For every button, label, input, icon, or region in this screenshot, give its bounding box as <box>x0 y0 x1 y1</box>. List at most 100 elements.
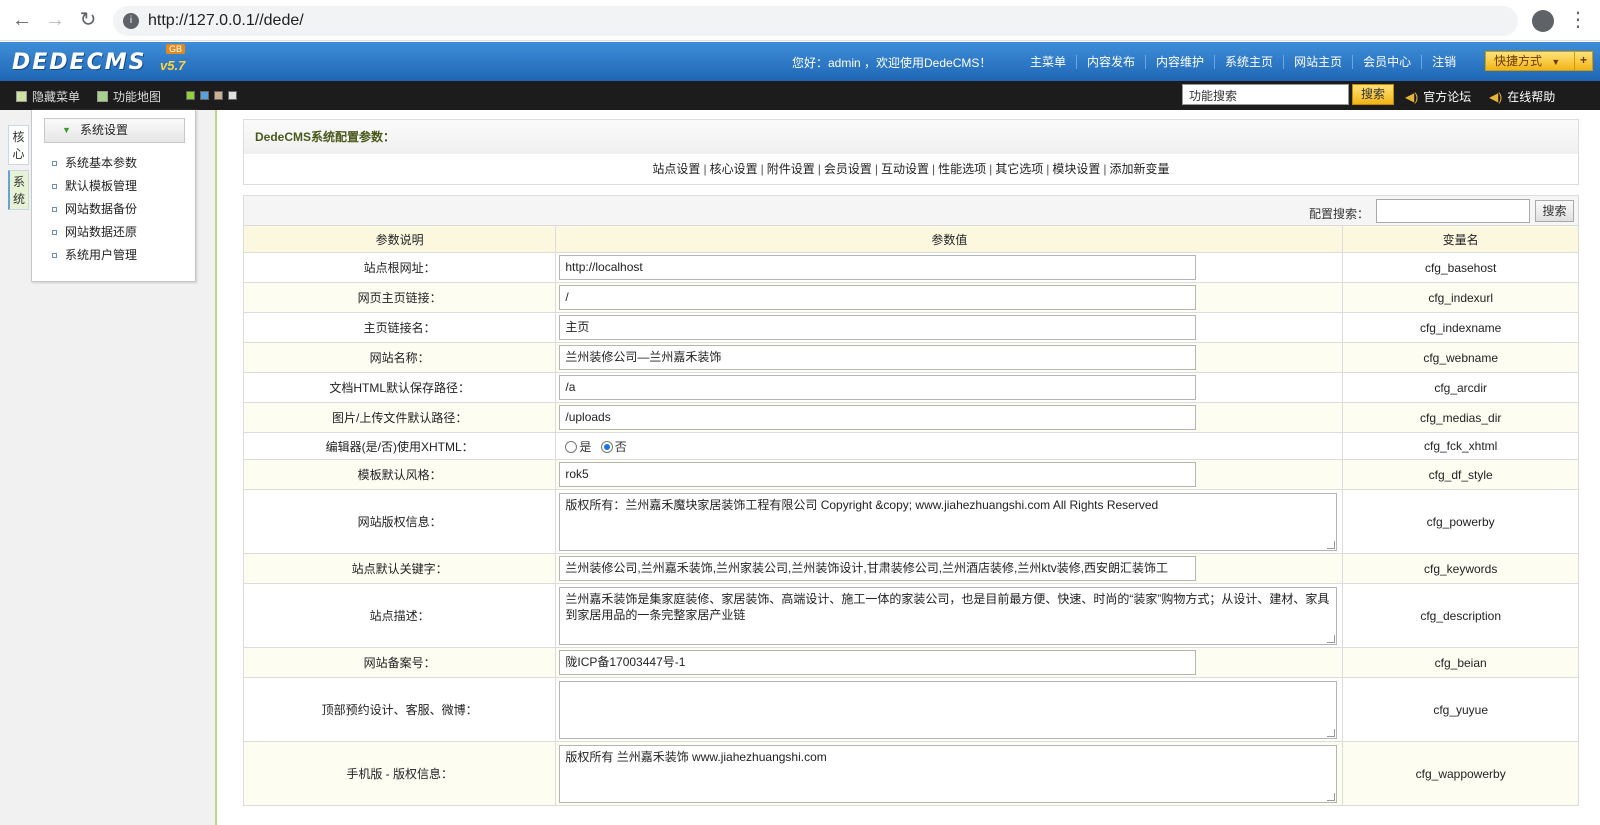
nav-logout[interactable]: 注销 <box>1421 54 1466 69</box>
sidebar-item-data-restore[interactable]: 网站数据还原 <box>52 221 137 244</box>
function-map-button[interactable]: 功能地图 <box>97 88 161 105</box>
profile-icon[interactable] <box>1532 10 1554 32</box>
resize-grip-icon[interactable] <box>1327 728 1336 737</box>
logo-badge: GB <box>166 44 186 54</box>
tab-module-settings[interactable]: 模块设置 <box>1052 162 1100 176</box>
bullet-icon <box>52 230 57 235</box>
tab-attachment-settings[interactable]: 附件设置 <box>767 162 815 176</box>
param-value-input[interactable]: / <box>559 285 1197 310</box>
radio-no-label: 否 <box>614 439 627 454</box>
function-search-input[interactable]: 功能搜索 <box>1182 84 1349 105</box>
tab-performance-options[interactable]: 性能选项 <box>938 162 986 176</box>
nav-site-home[interactable]: 网站主页 <box>1283 54 1352 69</box>
system-menu-header[interactable]: ▼ 系统设置 <box>44 118 185 143</box>
address-bar[interactable]: i http://127.0.0.1//dede/ <box>113 6 1518 36</box>
tab-interaction-settings[interactable]: 互动设置 <box>881 162 929 176</box>
official-forum-label: 官方论坛 <box>1423 90 1472 104</box>
sidebar-item-label: 网站数据还原 <box>65 225 138 239</box>
sidebar-item-template-manage[interactable]: 默认模板管理 <box>52 175 137 198</box>
table-row: 网站版权信息： 版权所有：兰州嘉禾魔块家居装饰工程有限公司 Copyright … <box>242 489 1579 554</box>
param-value-input[interactable]: 陇ICP备17003447号-1 <box>559 650 1197 675</box>
skin-gray-swatch[interactable] <box>228 91 237 100</box>
bullet-icon <box>52 184 57 189</box>
skin-blue-swatch[interactable] <box>200 91 209 100</box>
param-var-name: cfg_yuyue <box>1342 677 1579 742</box>
config-search-button[interactable]: 搜索 <box>1535 200 1574 222</box>
table-row: 编辑器(是/否)使用XHTML： 是 否 cfg_fck_xhtml <box>242 432 1579 460</box>
nav-content-publish[interactable]: 内容发布 <box>1076 54 1145 69</box>
param-var-name: cfg_webname <box>1342 342 1579 373</box>
hide-menu-icon <box>16 91 27 102</box>
hide-menu-button[interactable]: 隐藏菜单 <box>16 88 80 105</box>
vtab-core[interactable]: 核心 <box>8 125 29 165</box>
textarea-text: 兰州嘉禾装饰是集家庭装修、家居装饰、高端设计、施工一体的家装公司，也是目前最方便… <box>565 591 1330 622</box>
table-header-row: 参数说明 参数值 变量名 <box>242 225 1579 253</box>
param-value-textarea[interactable]: 兰州嘉禾装饰是集家庭装修、家居装饰、高端设计、施工一体的家装公司，也是目前最方便… <box>559 586 1338 645</box>
online-help-link[interactable]: ◀) 在线帮助 <box>1489 88 1555 105</box>
param-value-input[interactable]: /uploads <box>559 405 1197 430</box>
param-label: 主页链接名： <box>242 312 557 343</box>
param-value-textarea[interactable] <box>559 680 1338 739</box>
param-value-textarea[interactable]: 版权所有：兰州嘉禾魔块家居装饰工程有限公司 Copyright &copy; w… <box>559 492 1338 551</box>
sidebar-item-user-manage[interactable]: 系统用户管理 <box>52 244 137 267</box>
skin-brown-swatch[interactable] <box>214 91 223 100</box>
main-content: DedeCMS系统配置参数： 站点设置 | 核心设置 | 附件设置 | 会员设置 | 互动设置 |… <box>242 119 1579 825</box>
online-help-label: 在线帮助 <box>1507 90 1556 104</box>
param-value-input[interactable]: http://localhost <box>559 255 1197 280</box>
config-search-label: 配置搜索： <box>1309 207 1370 221</box>
param-value-input[interactable]: 兰州装修公司—兰州嘉禾装饰 <box>559 345 1197 370</box>
param-var-name: cfg_beian <box>1342 647 1579 678</box>
logo: DEDECMS <box>12 50 147 75</box>
table-row: 图片/上传文件默认路径： /uploads cfg_medias_dir <box>242 402 1579 433</box>
quick-menu-button[interactable]: 快捷方式 ▼ + <box>1485 51 1593 71</box>
resize-grip-icon[interactable] <box>1327 540 1336 549</box>
param-var-name: cfg_description <box>1342 583 1579 648</box>
quick-add-button[interactable]: + <box>1574 51 1592 71</box>
nav-system-home[interactable]: 系统主页 <box>1214 54 1283 69</box>
textarea-text: 版权所有 兰州嘉禾装饰 www.jiahezhuangshi.com <box>565 749 827 764</box>
param-value-input[interactable]: 兰州装修公司,兰州嘉禾装饰,兰州家装公司,兰州装饰设计,甘肃装修公司,兰州酒店装… <box>559 556 1197 581</box>
welcome-text: 您好：admin ，欢迎使用DedeCMS！ <box>792 56 992 70</box>
radio-no[interactable] <box>600 440 613 453</box>
nav-member-center[interactable]: 会员中心 <box>1352 54 1421 69</box>
resize-grip-icon[interactable] <box>1327 634 1336 643</box>
param-label: 站点根网址： <box>242 252 557 283</box>
tab-core-settings[interactable]: 核心设置 <box>710 162 758 176</box>
browser-menu-icon[interactable]: ⋮ <box>1568 8 1588 32</box>
browser-toolbar: ← → ↻ i http://127.0.0.1//dede/ ⋮ <box>0 0 1600 41</box>
sidebar-item-data-backup[interactable]: 网站数据备份 <box>52 198 137 221</box>
param-value-input[interactable]: rok5 <box>559 462 1197 487</box>
reload-icon[interactable]: ↻ <box>76 8 100 32</box>
config-search-input[interactable] <box>1376 199 1530 223</box>
tab-other-options[interactable]: 其它选项 <box>995 162 1043 176</box>
back-icon[interactable]: ← <box>10 8 34 32</box>
param-label: 网站版权信息： <box>242 489 557 554</box>
param-var-name: cfg_arcdir <box>1342 372 1579 403</box>
tab-add-variable[interactable]: 添加新变量 <box>1110 162 1170 176</box>
table-row: 主页链接名： 主页 cfg_indexname <box>242 312 1579 343</box>
param-label: 网站名称： <box>242 342 557 373</box>
sidebar-item-basic-params[interactable]: 系统基本参数 <box>52 152 137 175</box>
nav-main-menu[interactable]: 主菜单 <box>1020 55 1076 69</box>
function-search-button[interactable]: 搜索 <box>1352 84 1394 105</box>
tab-member-settings[interactable]: 会员设置 <box>824 162 872 176</box>
page-title: DedeCMS系统配置参数： <box>243 119 1579 155</box>
param-value-input[interactable]: /a <box>559 375 1197 400</box>
param-value-input[interactable]: 主页 <box>559 315 1197 340</box>
tab-site-settings[interactable]: 站点设置 <box>652 162 700 176</box>
table-row: 网页主页链接： / cfg_indexurl <box>242 282 1579 313</box>
left-sidebar: 核心 系统 ▼ 系统设置 系统基本参数 默认模板管理 网站数据备份 网站数据还原… <box>0 110 217 825</box>
radio-yes[interactable] <box>565 440 578 453</box>
column-header: 变量名 <box>1342 225 1579 253</box>
nav-content-maintain[interactable]: 内容维护 <box>1145 54 1214 69</box>
table-row: 文档HTML默认保存路径： /a cfg_arcdir <box>242 372 1579 403</box>
skin-green-swatch[interactable] <box>186 91 195 100</box>
site-info-icon[interactable]: i <box>123 13 139 29</box>
param-var-name: cfg_fck_xhtml <box>1342 432 1579 460</box>
vtab-system[interactable]: 系统 <box>8 170 29 210</box>
param-value-textarea[interactable]: 版权所有 兰州嘉禾装饰 www.jiahezhuangshi.com <box>559 744 1338 803</box>
logo-version: v5.7 <box>160 58 186 73</box>
official-forum-link[interactable]: ◀) 官方论坛 <box>1405 88 1471 105</box>
resize-grip-icon[interactable] <box>1327 792 1336 801</box>
forward-icon[interactable]: → <box>43 8 67 32</box>
